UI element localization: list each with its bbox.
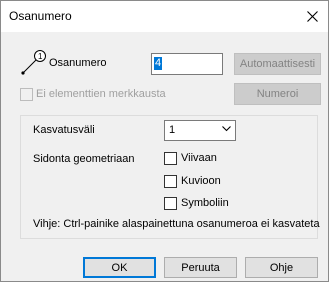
- binding-symbol-checkbox[interactable]: [164, 197, 177, 210]
- increment-value: 1: [169, 124, 176, 136]
- number-button[interactable]: Numeroi: [234, 83, 321, 105]
- binding-label: Sidonta geometriaan: [33, 153, 135, 165]
- part-number-icon: 1: [21, 50, 46, 75]
- hint-text: Vihje: Ctrl-painike alaspainettuna osanu…: [33, 218, 320, 230]
- binding-line-checkbox[interactable]: [164, 152, 177, 165]
- help-button[interactable]: Ohje: [245, 257, 318, 278]
- part-number-input[interactable]: 4: [151, 53, 223, 75]
- part-number-label: Osanumero: [49, 57, 107, 69]
- ok-button[interactable]: OK: [83, 257, 156, 278]
- no-element-marking-checkbox[interactable]: [20, 88, 33, 101]
- chevron-down-icon: [222, 126, 231, 132]
- automatic-button[interactable]: Automaattisesti: [234, 53, 321, 75]
- no-element-marking-label: Ei elementtien merkkausta: [36, 88, 166, 100]
- svg-text:1: 1: [38, 52, 43, 61]
- binding-pattern-checkbox[interactable]: [164, 175, 177, 188]
- increment-label: Kasvatusväli: [33, 124, 95, 136]
- title-bar[interactable]: Osanumero: [1, 1, 328, 32]
- cancel-button[interactable]: Peruuta: [164, 257, 237, 278]
- part-number-value: 4: [154, 57, 163, 70]
- binding-line-label: Viivaan: [181, 152, 217, 164]
- dialog-window: Osanumero 1 Osanumero 4 Automaattisesti …: [0, 0, 329, 282]
- binding-pattern-label: Kuvioon: [181, 175, 221, 187]
- increment-select[interactable]: 1: [164, 120, 236, 141]
- binding-symbol-label: Symboliin: [181, 197, 229, 209]
- window-title: Osanumero: [9, 9, 72, 23]
- close-icon: [306, 11, 318, 22]
- close-button[interactable]: [296, 1, 328, 32]
